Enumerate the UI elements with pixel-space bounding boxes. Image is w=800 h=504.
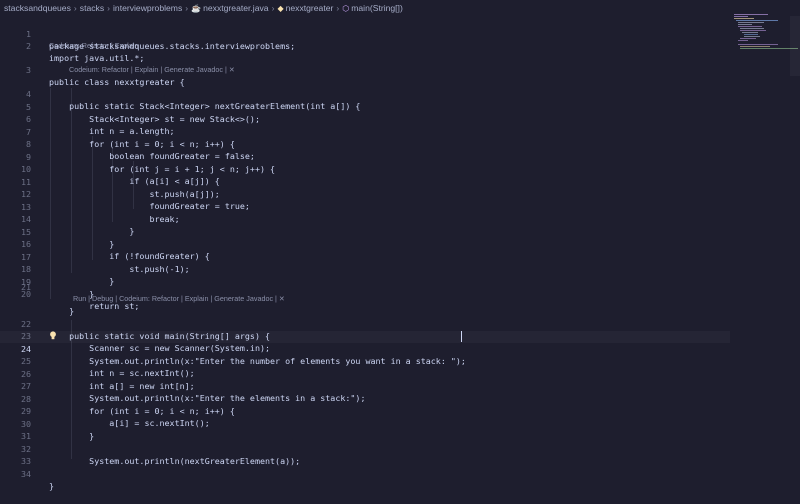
minimap-line bbox=[744, 36, 760, 37]
breadcrumb-item-interviewproblems[interactable]: interviewproblems bbox=[113, 3, 182, 13]
minimap-line bbox=[738, 40, 748, 41]
chevron-right-icon: › bbox=[271, 3, 275, 13]
code-line[interactable]: 8 boolean foundGreater = false; bbox=[0, 126, 730, 161]
java-file-icon: ☕ bbox=[191, 3, 202, 13]
code-line[interactable]: 21 } bbox=[0, 281, 730, 316]
text-cursor bbox=[461, 331, 462, 342]
code-editor[interactable]: Codeium: Refactor | Explain Codeium: Ref… bbox=[0, 16, 730, 491]
code-line[interactable]: 17 st.push(-1); bbox=[0, 239, 730, 274]
code-line[interactable]: 6 int n = a.length; bbox=[0, 101, 730, 136]
minimap-line bbox=[740, 30, 766, 31]
breadcrumb-item-class[interactable]: nexxtgreater bbox=[286, 3, 334, 13]
code-line[interactable]: 16 if (!foundGreater) { bbox=[0, 226, 730, 261]
minimap-line bbox=[744, 34, 758, 35]
minimap-line bbox=[742, 32, 758, 33]
minimap-line bbox=[736, 20, 778, 21]
code-line[interactable]: 33 bbox=[0, 443, 730, 466]
chevron-right-icon: › bbox=[107, 3, 110, 13]
code-line-active[interactable]: 24 System.out.println(x:"Enter the numbe… bbox=[0, 331, 730, 366]
line-number: 2 bbox=[25, 41, 31, 51]
method-icon: ⬡ bbox=[342, 3, 350, 13]
code-line[interactable]: 3 public class nexxtgreater { bbox=[0, 52, 730, 87]
minimap-line bbox=[734, 14, 768, 15]
chevron-right-icon: › bbox=[336, 3, 340, 13]
code-line[interactable]: 25 int n = sc.nextInt(); bbox=[0, 343, 730, 378]
code-line[interactable]: 23 Scanner sc = new Scanner(System.in); bbox=[0, 318, 730, 353]
code-line[interactable]: 32 System.out.println(nextGreaterElement… bbox=[0, 431, 730, 466]
code-line[interactable]: 4 public static Stack<Integer> nextGreat… bbox=[0, 76, 730, 111]
minimap-line bbox=[734, 18, 754, 19]
code-line[interactable]: 29 a[i] = sc.nextInt(); bbox=[0, 393, 730, 428]
breadcrumb-item-stacks[interactable]: stacks bbox=[80, 3, 104, 13]
minimap-line bbox=[740, 46, 770, 47]
minimap-line bbox=[740, 38, 756, 39]
vertical-scrollbar[interactable] bbox=[790, 16, 800, 76]
code-line-text: package stacksandqueues.stacks.interview… bbox=[49, 41, 296, 51]
chevron-right-icon: › bbox=[73, 3, 77, 13]
code-line[interactable]: 12 foundGreater = true; bbox=[0, 176, 730, 211]
line-number: 3 bbox=[25, 65, 31, 75]
minimap-line bbox=[740, 28, 764, 29]
code-line[interactable]: 2 import java.util.*; bbox=[0, 28, 730, 63]
code-line[interactable]: 10 if (a[i] < a[j]) { bbox=[0, 151, 730, 186]
code-line[interactable]: 18 } bbox=[0, 251, 730, 286]
code-line[interactable]: 13 break; bbox=[0, 189, 730, 224]
breadcrumb-item-method[interactable]: main(String[]) bbox=[351, 3, 403, 13]
code-line[interactable]: 27 System.out.println(x:"Enter the eleme… bbox=[0, 368, 730, 403]
code-line[interactable]: 15 } bbox=[0, 214, 730, 249]
line-number: 21 bbox=[20, 282, 31, 292]
code-line[interactable]: 14 } bbox=[0, 201, 730, 236]
code-line[interactable]: 19 } bbox=[0, 264, 730, 299]
code-line[interactable]: 26 int a[] = new int[n]; bbox=[0, 356, 730, 391]
minimap-line bbox=[738, 44, 778, 45]
code-line[interactable]: 22 public static void main(String[] args… bbox=[0, 306, 730, 341]
breadcrumb-item-package[interactable]: stacksandqueues bbox=[4, 3, 71, 13]
minimap-line bbox=[738, 22, 764, 23]
code-line[interactable]: 28 for (int i = 0; i < n; i++) { bbox=[0, 381, 730, 416]
breadcrumb-item-file[interactable]: nexxtgreater.java bbox=[203, 3, 268, 13]
minimap-line bbox=[738, 24, 752, 25]
code-line-text: } bbox=[49, 480, 55, 491]
code-line[interactable]: 7 for (int i = 0; i < n; i++) { bbox=[0, 114, 730, 149]
minimap-line bbox=[738, 26, 762, 27]
code-line[interactable]: 31 bbox=[0, 418, 730, 441]
class-icon: ◆ bbox=[277, 3, 284, 13]
code-line[interactable]: 30 } bbox=[0, 406, 730, 441]
code-line[interactable]: 5 Stack<Integer> st = new Stack<>(); bbox=[0, 89, 730, 124]
line-number: 34 bbox=[20, 468, 31, 479]
codeium-codelens[interactable]: Codeium: Refactor | Explain | Generate J… bbox=[69, 64, 235, 75]
chevron-right-icon: › bbox=[185, 3, 189, 13]
minimap-line bbox=[734, 16, 748, 17]
code-line[interactable]: 1 package stacksandqueues.stacks.intervi… bbox=[0, 16, 730, 51]
code-line[interactable]: 9 for (int j = i + 1; j < n; j++) { bbox=[0, 139, 730, 174]
breadcrumb: stacksandqueues › stacks › interviewprob… bbox=[0, 0, 800, 16]
lightbulb-icon[interactable] bbox=[49, 331, 57, 340]
code-line[interactable]: 11 st.push(a[j]); bbox=[0, 164, 730, 199]
